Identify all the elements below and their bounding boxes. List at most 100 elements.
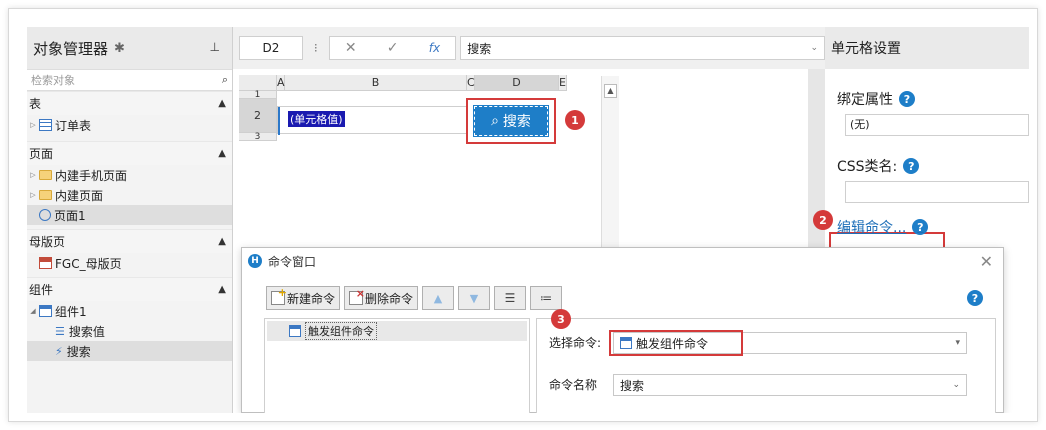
collapse-arrow-icon[interactable]: ◢ xyxy=(27,307,39,315)
chevron-up-icon[interactable]: ▲ xyxy=(218,236,226,247)
search-icon[interactable]: ⌕ xyxy=(222,73,228,87)
formula-bar: D2 ⁝ ✕ ✓ fx 搜索 ⌄ xyxy=(233,27,825,69)
tree-item-page1[interactable]: 页面1 xyxy=(27,205,232,225)
chevron-up-icon[interactable]: ▲ xyxy=(218,98,226,109)
move-down-button[interactable]: ▼ xyxy=(458,286,491,310)
cell-name-box[interactable]: D2 xyxy=(239,36,303,60)
section-page[interactable]: 页面 ▲ xyxy=(27,141,232,165)
expand-icon[interactable]: ⌄ xyxy=(810,43,818,53)
formula-content: 搜索 xyxy=(467,41,492,56)
tree-item-label: 订单表 xyxy=(55,118,92,133)
object-search-input[interactable]: 检索对象 ⌕ xyxy=(27,69,232,91)
new-command-label: 新建命令 xyxy=(287,291,336,306)
chevron-down-icon[interactable]: ⌄ xyxy=(952,380,960,390)
section-master[interactable]: 母版页 ▲ xyxy=(27,229,232,253)
function-icon[interactable]: fx xyxy=(429,41,440,55)
tree-item-master-page[interactable]: FGC_母版页 xyxy=(27,253,232,273)
section-component[interactable]: 组件 ▲ xyxy=(27,277,232,301)
formula-input[interactable]: 搜索 ⌄ xyxy=(460,36,825,60)
cell-value-text: (单元格值) xyxy=(288,111,345,127)
tree-item-search-command[interactable]: ⚡ 搜索 xyxy=(27,341,232,361)
search-button-label: 搜索 xyxy=(502,114,531,130)
section-master-label: 母版页 xyxy=(29,235,66,249)
command-dialog: H 命令窗口 ✕ 新建命令 删除命令 ▲ ▼ ☰ ≔ ? 触发组件命令 xyxy=(241,247,1004,413)
cancel-icon[interactable]: ✕ xyxy=(345,40,357,56)
select-all-corner[interactable] xyxy=(239,75,277,91)
command-name-value: 搜索 xyxy=(620,378,645,393)
help-icon[interactable]: ? xyxy=(899,91,915,107)
tree-item-label: 搜索值 xyxy=(68,324,105,339)
dropdown-icon[interactable]: ▾ xyxy=(955,338,960,348)
help-icon[interactable]: ? xyxy=(912,219,929,235)
chevron-up-icon[interactable]: ▲ xyxy=(218,148,226,159)
scroll-up-icon[interactable]: ▲ xyxy=(604,84,617,98)
column-header-b[interactable]: B xyxy=(285,75,467,91)
tree-item-builtin-page[interactable]: ▷ 内建页面 xyxy=(27,185,232,205)
expand-arrow-icon[interactable]: ▷ xyxy=(27,121,39,129)
lightning-icon: ⚡ xyxy=(55,344,63,358)
delete-icon xyxy=(349,287,365,305)
arrow-up-icon: ▲ xyxy=(433,291,443,305)
dialog-titlebar: H 命令窗口 xyxy=(242,248,1003,274)
column-header-a[interactable]: A xyxy=(277,75,285,91)
tree-item-label: 内建页面 xyxy=(55,188,104,203)
app-logo-icon: H xyxy=(248,254,262,268)
expand-arrow-icon[interactable]: ▷ xyxy=(27,171,39,179)
binding-field[interactable]: (无) xyxy=(845,114,1029,136)
step-badge-2: 2 xyxy=(813,210,833,230)
confirm-icon[interactable]: ✓ xyxy=(387,40,399,56)
edit-command-link[interactable]: 编辑命令... ? xyxy=(837,217,929,237)
variable-icon: ☰ xyxy=(55,324,65,338)
row-header-1[interactable]: 1 xyxy=(239,91,277,100)
cell-b2[interactable]: (单元格值) xyxy=(277,106,467,135)
column-header-d[interactable]: D xyxy=(475,75,559,91)
css-label: CSS类名: ? xyxy=(837,156,920,176)
help-icon[interactable]: ? xyxy=(903,158,920,174)
command-name-field[interactable]: 搜索 ⌄ xyxy=(613,374,967,396)
binding-label: 绑定属性 ? xyxy=(837,89,915,109)
column-header-e[interactable]: E xyxy=(559,75,567,91)
indent-button[interactable]: ☰ xyxy=(494,286,527,310)
table-icon xyxy=(39,119,52,131)
list-item[interactable]: 触发组件命令 xyxy=(267,321,527,341)
close-icon[interactable]: ✕ xyxy=(980,252,993,271)
step-badge-1: 1 xyxy=(565,110,585,130)
delete-command-button[interactable]: 删除命令 xyxy=(344,286,419,310)
css-class-field[interactable] xyxy=(845,181,1029,203)
new-command-button[interactable]: 新建命令 xyxy=(266,286,341,310)
tree-item-label: FGC_母版页 xyxy=(55,256,122,271)
search-button-cell[interactable]: ⌕ 搜索 xyxy=(473,105,549,137)
tree-item-search-value[interactable]: ☰ 搜索值 xyxy=(27,321,232,341)
chevron-up-icon[interactable]: ▲ xyxy=(218,284,226,295)
delete-command-label: 删除命令 xyxy=(365,291,414,306)
command-list[interactable]: 触发组件命令 xyxy=(264,318,530,413)
command-item-label: 触发组件命令 xyxy=(305,322,377,340)
more-icon[interactable]: ⁝ xyxy=(303,41,329,55)
css-label-text: CSS类名: xyxy=(837,159,898,175)
step-badge-3: 3 xyxy=(551,309,571,329)
gear-icon[interactable]: ✱ xyxy=(114,41,125,56)
binding-label-text: 绑定属性 xyxy=(837,92,893,108)
tree-item-order-table[interactable]: ▷ 订单表 xyxy=(27,115,232,135)
row-header-2[interactable]: 2 xyxy=(239,99,277,133)
help-icon[interactable]: ? xyxy=(967,290,983,306)
dialog-toolbar: 新建命令 删除命令 ▲ ▼ ☰ ≔ xyxy=(266,286,563,310)
screenshot-frame: 对象管理器 ✱ ⊥ 检索对象 ⌕ 表 ▲ ▷ 订单表 页面 ▲ ▷ 内建手机页面… xyxy=(8,8,1038,422)
tree-item-mobile-page[interactable]: ▷ 内建手机页面 xyxy=(27,165,232,185)
new-icon xyxy=(271,286,287,305)
tree-item-label: 内建手机页面 xyxy=(55,168,128,183)
dialog-title: 命令窗口 xyxy=(268,254,317,269)
row-header-3[interactable]: 3 xyxy=(239,133,277,142)
cell-settings-title: 单元格设置 xyxy=(825,27,1029,69)
designer-window: 对象管理器 ✱ ⊥ 检索对象 ⌕ 表 ▲ ▷ 订单表 页面 ▲ ▷ 内建手机页面… xyxy=(27,27,1029,413)
move-up-button[interactable]: ▲ xyxy=(422,286,455,310)
outdent-button[interactable]: ≔ xyxy=(530,286,563,310)
tree-item-component1[interactable]: ◢ 组件1 xyxy=(27,301,232,321)
folder-icon xyxy=(39,190,52,200)
expand-arrow-icon[interactable]: ▷ xyxy=(27,191,39,199)
object-manager-header: 对象管理器 ✱ ⊥ xyxy=(27,27,232,69)
pin-icon[interactable]: ⊥ xyxy=(210,40,220,54)
object-search-placeholder: 检索对象 xyxy=(31,74,75,87)
column-header-c[interactable]: C xyxy=(467,75,475,91)
section-table[interactable]: 表 ▲ xyxy=(27,91,232,115)
